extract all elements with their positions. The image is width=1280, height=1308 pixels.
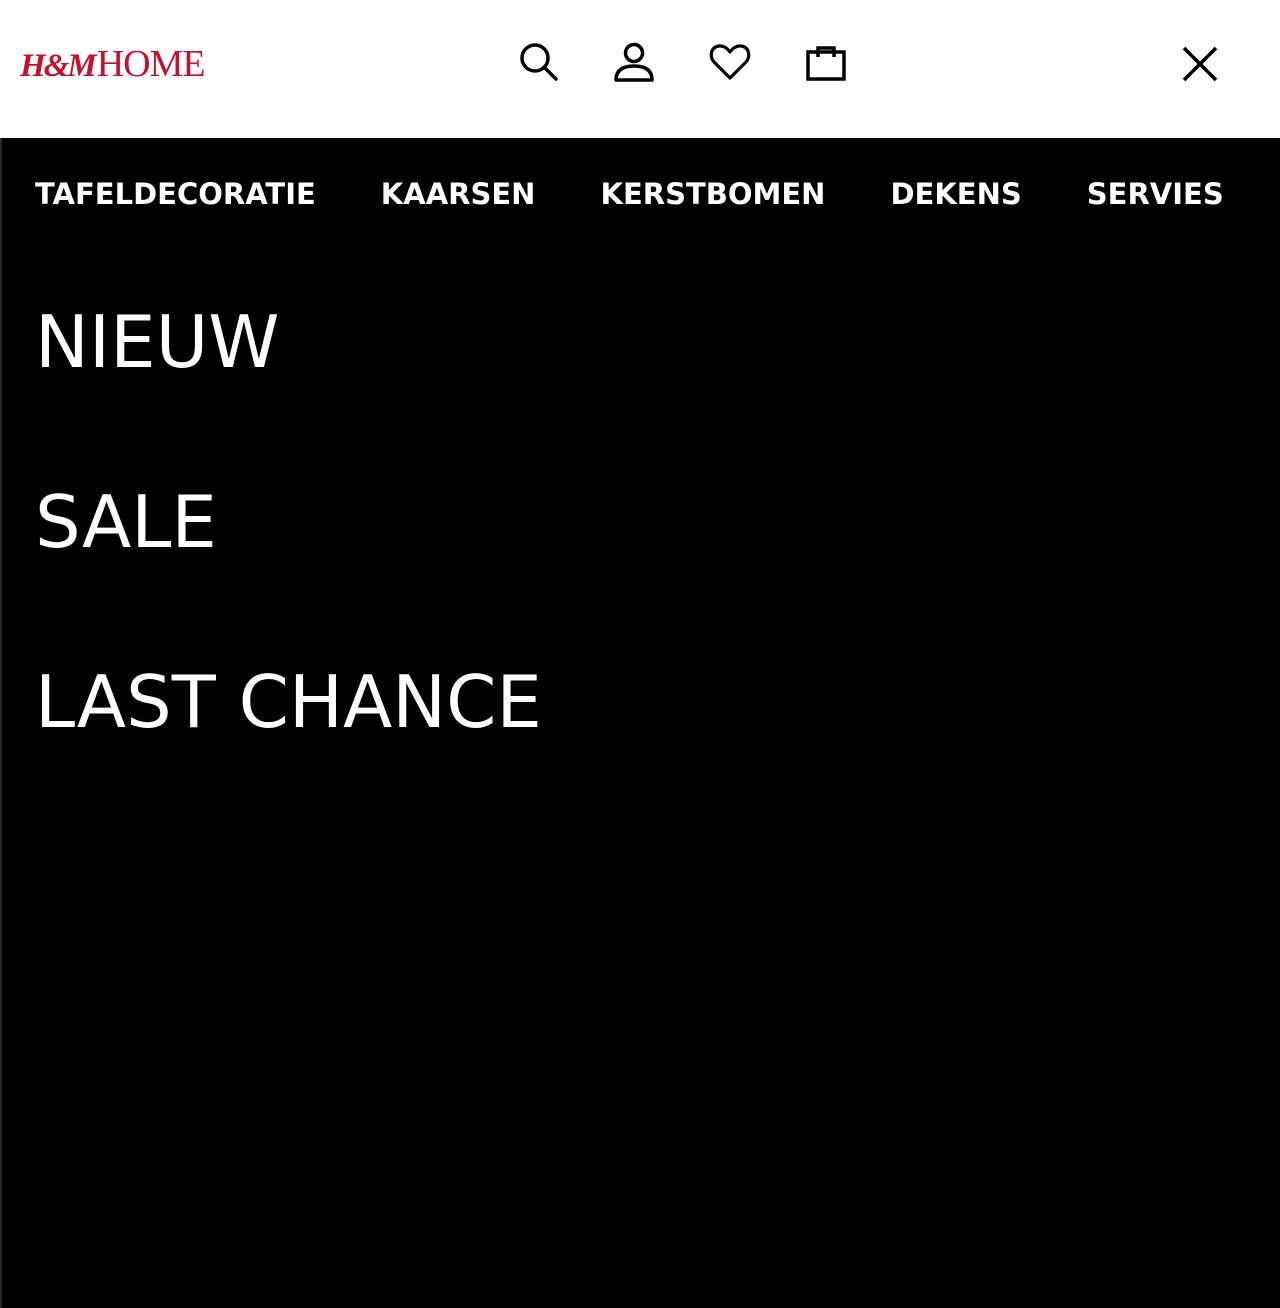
- account-icon: [614, 42, 654, 82]
- close-menu-button[interactable]: [1176, 40, 1224, 88]
- cart-button[interactable]: [804, 40, 848, 84]
- favorites-button[interactable]: [708, 40, 752, 84]
- site-header: H&M HOME: [0, 0, 1280, 138]
- category-link-servies[interactable]: SERVIES: [1087, 177, 1224, 211]
- menu-link-sale[interactable]: SALE: [35, 486, 217, 558]
- heart-icon: [709, 44, 751, 80]
- category-nav: TAFELDECORATIE KAARSEN KERSTBOMEN DEKENS…: [35, 172, 1224, 216]
- bag-icon: [806, 46, 846, 81]
- menu-link-last-chance[interactable]: LAST CHANCE: [35, 666, 542, 738]
- account-button[interactable]: [612, 40, 656, 84]
- search-button[interactable]: [516, 40, 560, 84]
- category-link-tafeldecoratie[interactable]: TAFELDECORATIE: [35, 177, 316, 211]
- category-link-dekens[interactable]: DEKENS: [890, 177, 1021, 211]
- search-icon: [520, 43, 558, 81]
- menu-link-nieuw[interactable]: NIEUW: [35, 306, 279, 378]
- logo-home-text: HOME: [96, 43, 206, 85]
- hm-home-logo[interactable]: H&M HOME: [20, 42, 206, 85]
- close-icon: [1182, 46, 1218, 82]
- left-edge-divider: [0, 138, 2, 1308]
- category-link-kaarsen[interactable]: KAARSEN: [381, 177, 536, 211]
- logo-hm-text: H&M: [20, 48, 97, 84]
- category-link-kerstbomen[interactable]: KERSTBOMEN: [600, 177, 825, 211]
